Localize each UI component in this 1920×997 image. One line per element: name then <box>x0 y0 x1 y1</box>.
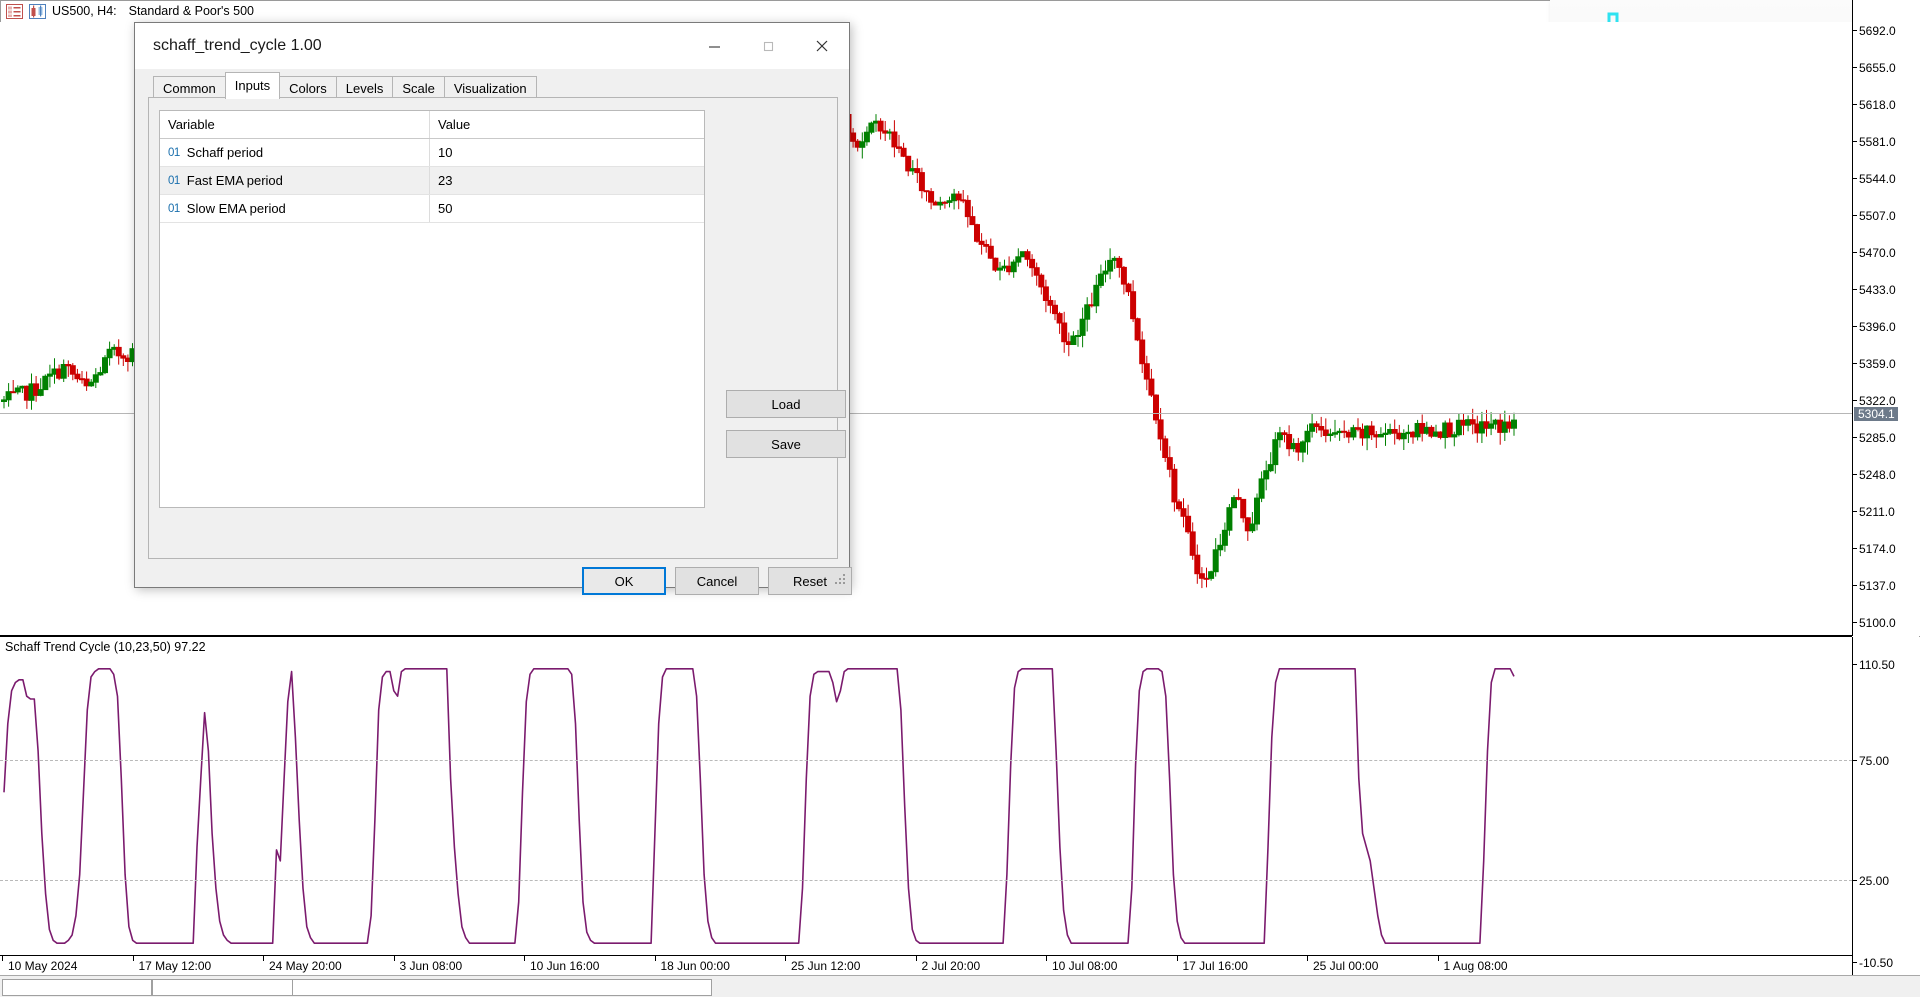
indicator-pane[interactable]: Schaff Trend Cycle (10,23,50) 97.22 <box>0 637 1852 975</box>
grid-cell-variable: 01 Fast EMA period <box>160 167 430 194</box>
tab-inputs[interactable]: Inputs <box>225 72 280 99</box>
grid-cell-value[interactable]: 50 <box>430 195 704 222</box>
indicator-tick: 25.00 <box>1853 875 1889 887</box>
indicator-label: Schaff Trend Cycle (10,23,50) 97.22 <box>5 640 206 654</box>
input-variable-icon: 01 <box>168 203 180 215</box>
indicator-tick: 75.00 <box>1853 755 1889 767</box>
time-tick: 3 Jun 08:00 <box>400 959 463 973</box>
indicator-axis[interactable]: 110.50 75.00 25.00 -10.50 <box>1852 637 1920 975</box>
input-variable-icon: 01 <box>168 147 180 159</box>
grid-variable-label: Slow EMA period <box>187 201 286 216</box>
load-button[interactable]: Load <box>726 390 846 418</box>
tab-visualization[interactable]: Visualization <box>444 76 537 99</box>
level-line-75 <box>0 760 1852 761</box>
grid-variable-label: Schaff period <box>187 145 263 160</box>
symbol-description: Standard & Poor's 500 <box>129 4 254 18</box>
ok-button[interactable]: OK <box>582 567 666 595</box>
grid-header-variable: Variable <box>160 111 430 138</box>
grid-header-value: Value <box>430 111 704 138</box>
time-tick: 18 Jun 00:00 <box>661 959 730 973</box>
grid-row[interactable]: 01 Schaff period 10 <box>160 139 704 167</box>
time-tick: 10 Jun 16:00 <box>530 959 599 973</box>
price-tick: 5507.0 <box>1853 210 1896 222</box>
indicator-tick: -10.50 <box>1853 957 1893 969</box>
dialog-title-bar[interactable]: schaff_trend_cycle 1.00 <box>135 23 849 69</box>
price-tick: 5322.0 <box>1853 395 1896 407</box>
time-tick: 17 Jul 16:00 <box>1183 959 1248 973</box>
cancel-button[interactable]: Cancel <box>675 567 759 595</box>
bottom-toolbar <box>0 975 1920 997</box>
chart-icon[interactable] <box>29 4 46 19</box>
save-button[interactable]: Save <box>726 430 846 458</box>
price-tick: 5137.0 <box>1853 580 1896 592</box>
grid-cell-variable: 01 Schaff period <box>160 139 430 166</box>
price-tick: 5655.0 <box>1853 62 1896 74</box>
grid-cell-value[interactable]: 23 <box>430 167 704 194</box>
maximize-button[interactable] <box>741 23 795 69</box>
time-tick: 17 May 12:00 <box>139 959 212 973</box>
input-variable-icon: 01 <box>168 175 180 187</box>
current-price-label: 5304.1 <box>1854 407 1898 421</box>
price-tick: 5174.0 <box>1853 543 1896 555</box>
dialog-tabs[interactable]: CommonInputsColorsLevelsScaleVisualizati… <box>153 69 536 99</box>
bottom-field-3[interactable] <box>292 979 712 996</box>
minimize-button[interactable] <box>687 23 741 69</box>
time-tick: 2 Jul 20:00 <box>922 959 981 973</box>
tab-colors[interactable]: Colors <box>279 76 337 99</box>
app-root: US500, H4: Standard & Poor's 500 Trading… <box>0 0 1920 997</box>
inputs-grid[interactable]: VariableValue 01 Schaff period 10 01 Fast EMA… <box>159 110 705 508</box>
price-tick: 5359.0 <box>1853 358 1896 370</box>
dialog-title: schaff_trend_cycle 1.00 <box>153 37 322 55</box>
price-tick: 5248.0 <box>1853 469 1896 481</box>
minimize-icon <box>708 40 721 53</box>
time-tick: 25 Jun 12:00 <box>791 959 860 973</box>
price-tick: 5396.0 <box>1853 321 1896 333</box>
close-icon <box>815 39 829 53</box>
indicator-properties-dialog[interactable]: schaff_trend_cycle 1.00 <box>134 22 850 588</box>
price-tick: 5581.0 <box>1853 136 1896 148</box>
grid-cell-variable: 01 Slow EMA period <box>160 195 430 222</box>
grid-cell-value[interactable]: 10 <box>430 139 704 166</box>
close-button[interactable] <box>795 23 849 69</box>
price-tick: 5100.0 <box>1853 617 1896 629</box>
price-axis[interactable]: 5692.0 5655.0 5618.0 5581.0 5544.0 5507.0 5470… <box>1852 0 1920 636</box>
maximize-icon <box>762 40 775 53</box>
tab-levels[interactable]: Levels <box>336 76 394 99</box>
price-tick: 5470.0 <box>1853 247 1896 259</box>
grid-variable-label: Fast EMA period <box>187 173 283 188</box>
list-icon[interactable] <box>6 4 23 19</box>
price-tick: 5433.0 <box>1853 284 1896 296</box>
price-tick: 5618.0 <box>1853 99 1896 111</box>
time-tick: 1 Aug 08:00 <box>1444 959 1508 973</box>
time-tick: 10 May 2024 <box>8 959 77 973</box>
indicator-tick: 110.50 <box>1853 659 1895 671</box>
level-line-25 <box>0 880 1852 881</box>
resize-grip-icon[interactable] <box>834 573 846 585</box>
price-tick: 5692.0 <box>1853 25 1896 37</box>
time-tick: 10 Jul 08:00 <box>1052 959 1117 973</box>
dialog-tab-body: VariableValue 01 Schaff period 10 01 Fast EMA… <box>148 97 838 559</box>
grid-row[interactable]: 01 Fast EMA period 23 <box>160 167 704 195</box>
schaff-trend-cycle-line <box>0 637 1852 975</box>
grid-header-row: VariableValue <box>160 111 704 139</box>
time-tick: 25 Jul 00:00 <box>1313 959 1378 973</box>
tab-common[interactable]: Common <box>153 76 226 99</box>
symbol-label: US500, H4: <box>52 4 117 18</box>
time-tick: 24 May 20:00 <box>269 959 342 973</box>
price-tick: 5211.0 <box>1853 506 1895 518</box>
price-tick: 5285.0 <box>1853 432 1896 444</box>
price-tick: 5544.0 <box>1853 173 1896 185</box>
tab-scale[interactable]: Scale <box>392 76 445 99</box>
bottom-field-1[interactable] <box>2 979 152 996</box>
time-axis[interactable]: 10 May 2024 17 May 12:00 24 May 20:00 3 Jun… <box>0 955 1852 975</box>
grid-row[interactable]: 01 Slow EMA period 50 <box>160 195 704 223</box>
